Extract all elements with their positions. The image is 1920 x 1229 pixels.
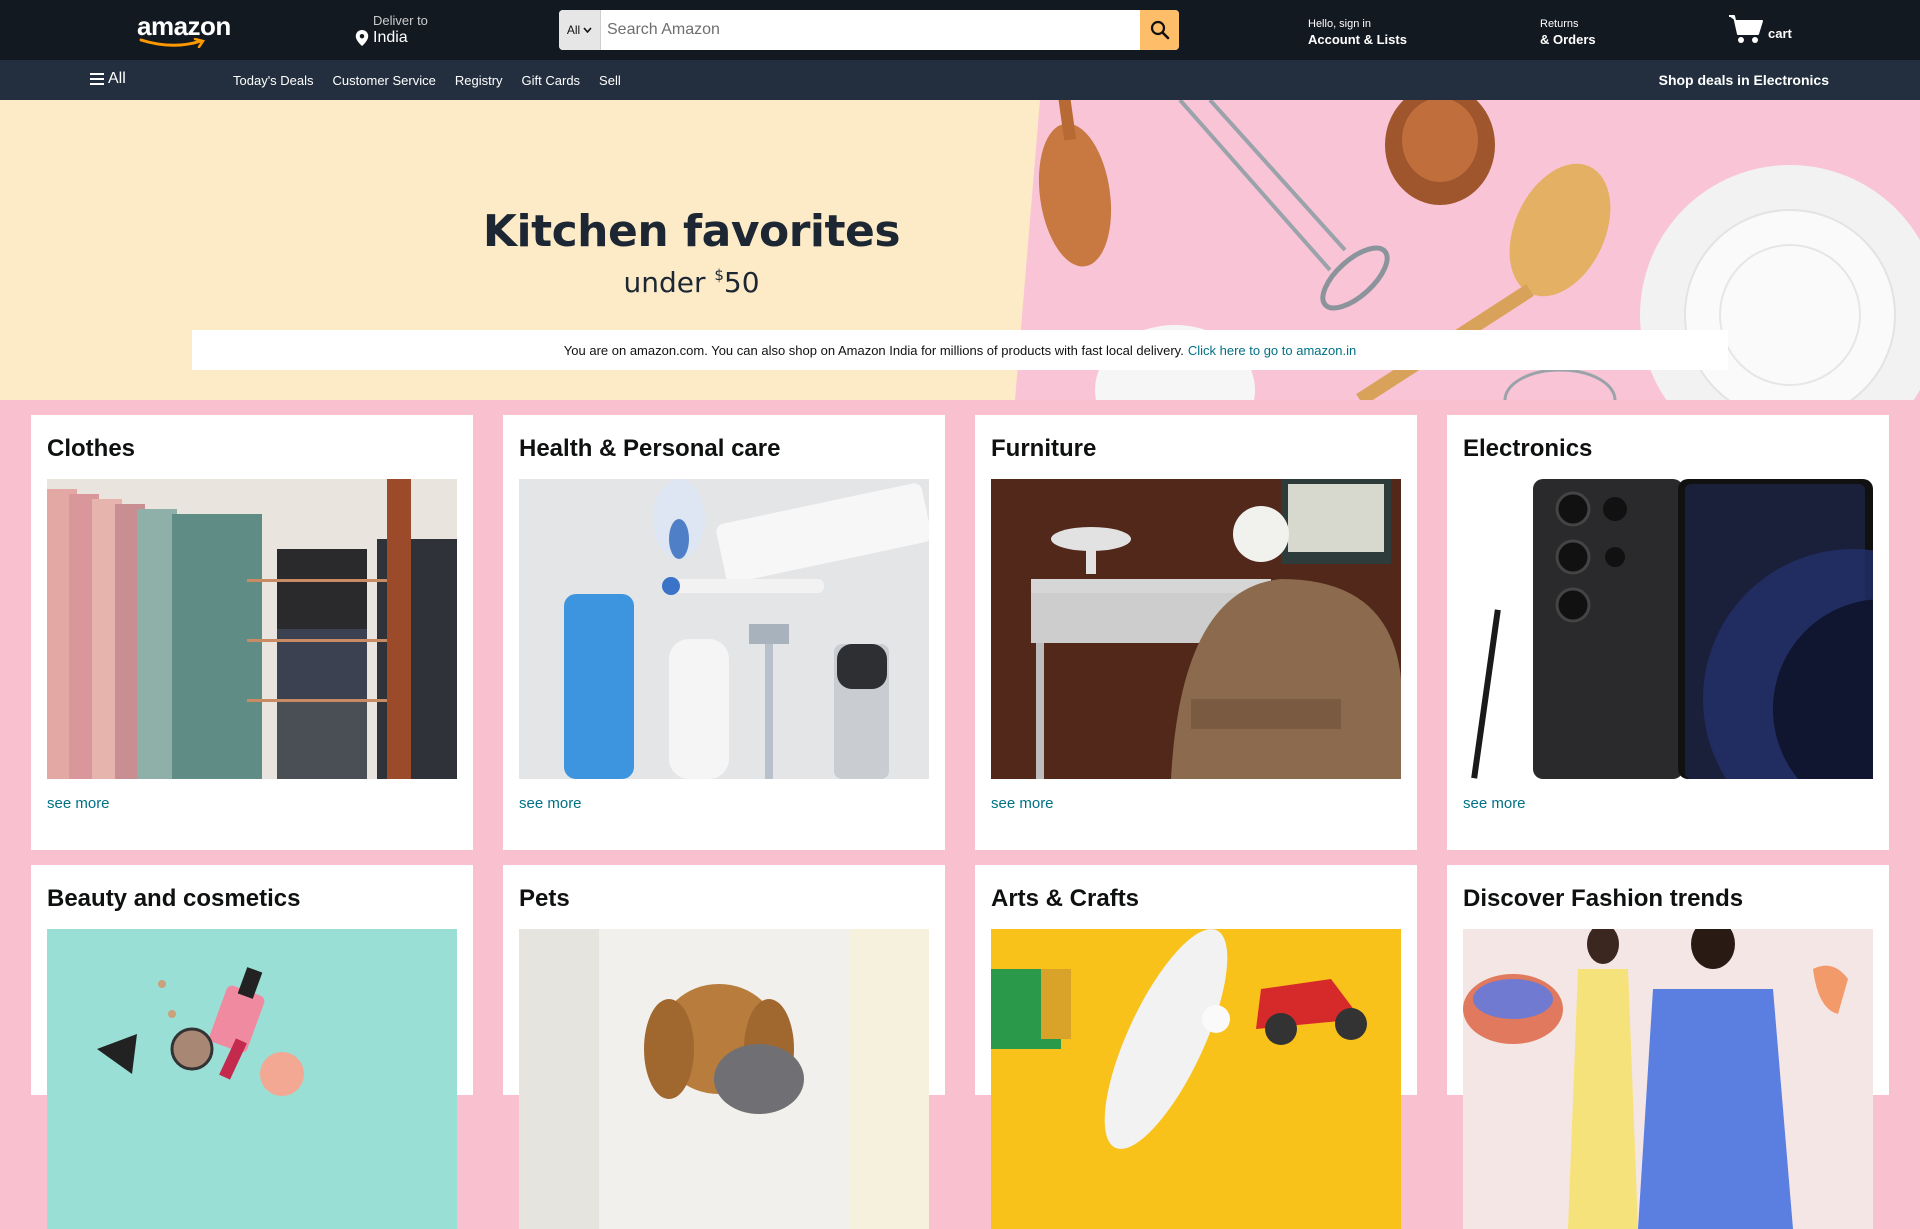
hero-banner[interactable]: Kitchen favorites under $50 You are on a… <box>0 100 1920 400</box>
furniture-image[interactable] <box>991 479 1401 779</box>
account-label: Account & Lists <box>1308 32 1407 47</box>
category-card-health: Health & Personal care see more <box>503 415 945 850</box>
hero-title: Kitchen favorites <box>482 206 901 257</box>
location-pin-icon <box>355 30 369 46</box>
card-title: Electronics <box>1463 435 1593 462</box>
deliver-to[interactable]: Deliver to India <box>355 13 428 47</box>
health-image[interactable] <box>519 479 929 779</box>
card-title: Clothes <box>47 435 136 462</box>
card-title: Beauty and cosmetics <box>47 885 301 912</box>
category-card-electronics: Electronics see more <box>1447 415 1889 850</box>
hero-subtitle: under $50 <box>400 266 983 299</box>
desk-chair-photo <box>991 479 1401 779</box>
electronics-image[interactable] <box>1463 479 1873 779</box>
fashion-models-photo <box>1463 929 1873 1229</box>
nav-link-registry[interactable]: Registry <box>455 73 503 88</box>
dog-cat-photo <box>519 929 929 1229</box>
search-category-label: All <box>566 23 581 37</box>
hamburger-menu-icon <box>90 73 104 85</box>
see-more-link[interactable]: see more <box>991 795 1054 812</box>
region-notice: You are on amazon.com. You can also shop… <box>192 330 1728 370</box>
category-card-arts: Arts & Crafts <box>975 865 1417 1229</box>
hero-subtitle-prefix: under <box>623 266 715 299</box>
chevron-down-icon <box>583 27 592 33</box>
logo-text: amazon <box>137 11 231 41</box>
nav-link-todays-deals[interactable]: Today's Deals <box>233 73 314 88</box>
top-navigation: amazon Deliver to India All Search Amazo… <box>0 0 1920 60</box>
cart-label: cart <box>1768 25 1792 41</box>
pets-image[interactable] <box>519 929 929 1229</box>
arts-image[interactable] <box>991 929 1401 1229</box>
card-title: Discover Fashion trends <box>1463 885 1744 912</box>
smartphone-photo <box>1463 479 1873 779</box>
card-title: Furniture <box>991 435 1097 462</box>
search-button[interactable] <box>1140 10 1179 50</box>
region-notice-text: You are on amazon.com. You can also shop… <box>563 342 1184 358</box>
account-greeting: Hello, sign in <box>1308 18 1371 30</box>
nav-link-customer-service[interactable]: Customer Service <box>333 73 436 88</box>
smile-arrow-icon <box>139 38 206 48</box>
category-card-fashion: Discover Fashion trends <box>1447 865 1889 1229</box>
search-icon <box>1150 20 1169 40</box>
fashion-image[interactable] <box>1463 929 1873 1229</box>
category-card-furniture: Furniture see more <box>975 415 1417 850</box>
nav-link-gift-cards[interactable]: Gift Cards <box>522 73 581 88</box>
card-title: Arts & Crafts <box>991 885 1140 912</box>
deliver-location: India <box>373 29 408 46</box>
search-input[interactable] <box>601 10 1140 50</box>
see-more-link[interactable]: see more <box>519 795 582 812</box>
clothes-hanger-photo <box>47 479 457 779</box>
returns-label: Returns <box>1540 18 1579 30</box>
card-title: Health & Personal care <box>519 435 781 462</box>
toys-crafts-photo <box>991 929 1401 1229</box>
cart-button[interactable]: cart <box>1728 13 1792 45</box>
electronics-promo-link[interactable]: Shop deals in Electronics <box>1659 72 1829 88</box>
all-menu-button[interactable]: All <box>90 70 126 88</box>
subnav-links: Today's Deals Customer Service Registry … <box>233 73 621 88</box>
see-more-link[interactable]: see more <box>47 795 110 812</box>
nav-link-sell[interactable]: Sell <box>599 73 621 88</box>
card-title: Pets <box>519 885 570 912</box>
category-card-clothes: Clothes see more <box>31 415 473 850</box>
category-card-pets: Pets <box>503 865 945 1229</box>
hero-currency: $ <box>714 266 724 284</box>
search-category-select[interactable]: All <box>559 10 601 50</box>
amazon-india-link[interactable]: Click here to go to amazon.in <box>1188 343 1356 358</box>
amazon-logo[interactable]: amazon <box>137 13 231 48</box>
all-menu-label: All <box>108 70 126 87</box>
clothes-image[interactable] <box>47 479 457 779</box>
search-bar: All <box>559 10 1179 50</box>
cart-icon <box>1729 15 1763 43</box>
orders-label: & Orders <box>1540 32 1596 47</box>
cosmetics-photo <box>47 929 457 1229</box>
personal-care-photo <box>519 479 929 779</box>
hero-amount: 50 <box>723 266 760 299</box>
account-lists[interactable]: Hello, sign in Account & Lists <box>1308 18 1407 47</box>
beauty-image[interactable] <box>47 929 457 1229</box>
see-more-link[interactable]: see more <box>1463 795 1526 812</box>
sub-navigation: All Today's Deals Customer Service Regis… <box>0 60 1920 100</box>
deliver-label: Deliver to <box>373 13 428 28</box>
returns-orders[interactable]: Returns & Orders <box>1540 18 1596 47</box>
category-card-beauty: Beauty and cosmetics <box>31 865 473 1229</box>
